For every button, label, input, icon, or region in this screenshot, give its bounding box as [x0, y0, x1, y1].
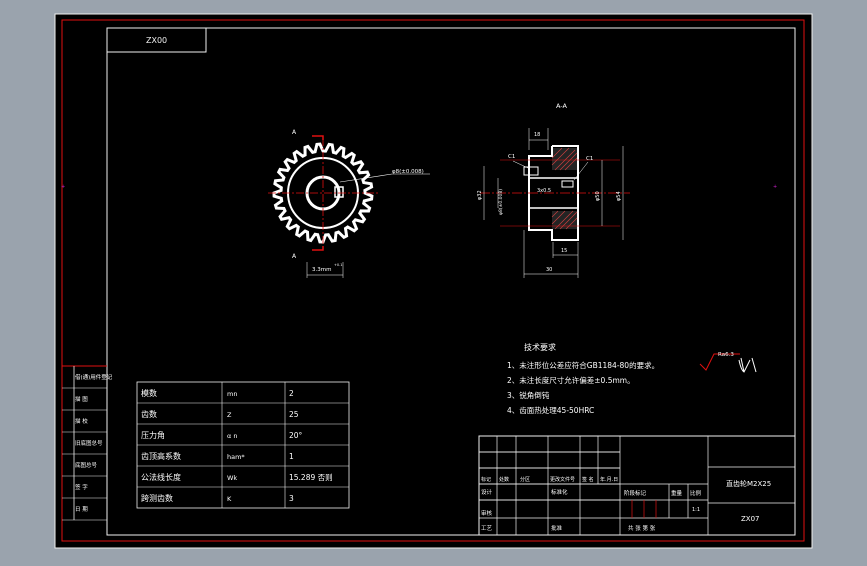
chamfer-right-label: C1	[586, 156, 593, 162]
drawing-canvas[interactable]: 借(通)用件登记描 图描 校旧底图总号底图总号签 字日 期 + + ZX00 A…	[0, 0, 867, 562]
param-value: 25	[289, 410, 299, 419]
chamfer-mid-label: 3x0.5	[537, 188, 551, 194]
code-box-text: ZX00	[146, 36, 167, 45]
chamfer-left-label: C1	[508, 154, 515, 160]
svg-text:Ra6.3: Ra6.3	[718, 352, 734, 358]
keyway-dim: 3.3mm	[312, 267, 331, 273]
tb-header: 分区	[520, 476, 530, 483]
param-symbol: Z	[227, 411, 232, 419]
tb-sheets: 共 张 第 张	[628, 524, 656, 532]
side-label: 借(通)用件登记	[75, 373, 113, 381]
total-length: 30	[546, 267, 552, 273]
tb-stage-mark: 阶段标记	[624, 489, 647, 497]
tb-weight: 重量	[671, 489, 683, 497]
param-name: 齿数	[141, 409, 157, 419]
tb-process: 工艺	[481, 525, 493, 532]
param-name: 公法线长度	[141, 472, 181, 482]
tb-approve: 批准	[551, 524, 563, 532]
cad-window: 借(通)用件登记描 图描 校旧底图总号底图总号签 字日 期 + + ZX00 A…	[0, 0, 867, 562]
side-label: 日 期	[75, 506, 88, 513]
paper-area	[54, 13, 813, 549]
param-value: 3	[289, 494, 294, 503]
tb-scale-value: 1:1	[692, 507, 700, 513]
left-marker: +	[61, 184, 65, 190]
param-value: 2	[289, 389, 294, 398]
param-symbol: α n	[227, 432, 237, 440]
tech-item-1: 1、未注形位公差应符合GB1184-80的要求。	[507, 360, 659, 370]
param-name: 跨测齿数	[141, 493, 173, 503]
param-symbol: Wk	[227, 474, 237, 482]
tech-item-2: 2、未注长度尺寸允许偏差±0.5mm。	[507, 375, 635, 385]
tech-item-4: 4、齿面热处理45-50HRC	[507, 405, 594, 415]
side-label: 描 校	[75, 417, 88, 425]
bore-diameter: φ8(±0.008)	[498, 189, 504, 215]
param-symbol: mn	[227, 390, 237, 398]
param-value: 1	[289, 452, 294, 461]
tb-check: 审核	[481, 509, 493, 517]
keyway-sup: +0.1	[334, 263, 343, 267]
bore-tolerance: φ8(±0.008)	[392, 169, 424, 175]
tech-title: 技术要求	[524, 342, 556, 352]
hatch-top-region	[552, 148, 577, 170]
param-value: 15.289 否则	[289, 473, 333, 482]
side-label: 签 字	[75, 483, 88, 491]
hub-diameter: φ32	[477, 190, 483, 200]
tb-header: 年.月.日	[600, 476, 618, 483]
side-label: 旧底图总号	[75, 439, 103, 447]
param-name: 齿顶高系数	[141, 451, 181, 461]
tb-standard: 标准化	[551, 488, 568, 496]
tb-scale: 比例	[690, 489, 702, 497]
tb-drawing-code: ZX07	[741, 515, 760, 523]
tb-header: 签 名	[582, 476, 594, 483]
right-marker: +	[773, 184, 777, 190]
param-name: 模数	[141, 388, 157, 398]
param-value: 20°	[289, 431, 303, 440]
outer-diameter: φ54	[616, 191, 622, 201]
width-top-dim: 18	[534, 132, 540, 138]
tb-header: 标记	[481, 476, 491, 483]
param-symbol: K	[227, 495, 232, 503]
section-label: A-A	[556, 102, 568, 110]
hub-length: 15	[561, 248, 567, 254]
tb-header: 处数	[499, 476, 509, 483]
side-label: 底图总号	[75, 461, 98, 469]
side-label: 描 图	[75, 395, 88, 403]
tech-item-3: 3、锐角倒钝	[507, 390, 550, 400]
tb-part-name: 直齿轮M2X25	[726, 479, 771, 488]
tb-design: 设计	[481, 488, 493, 496]
root-diameter: φ50	[595, 191, 601, 201]
param-name: 压力角	[141, 430, 165, 440]
param-symbol: ham*	[227, 453, 245, 461]
tb-header: 更改文件号	[550, 476, 575, 483]
